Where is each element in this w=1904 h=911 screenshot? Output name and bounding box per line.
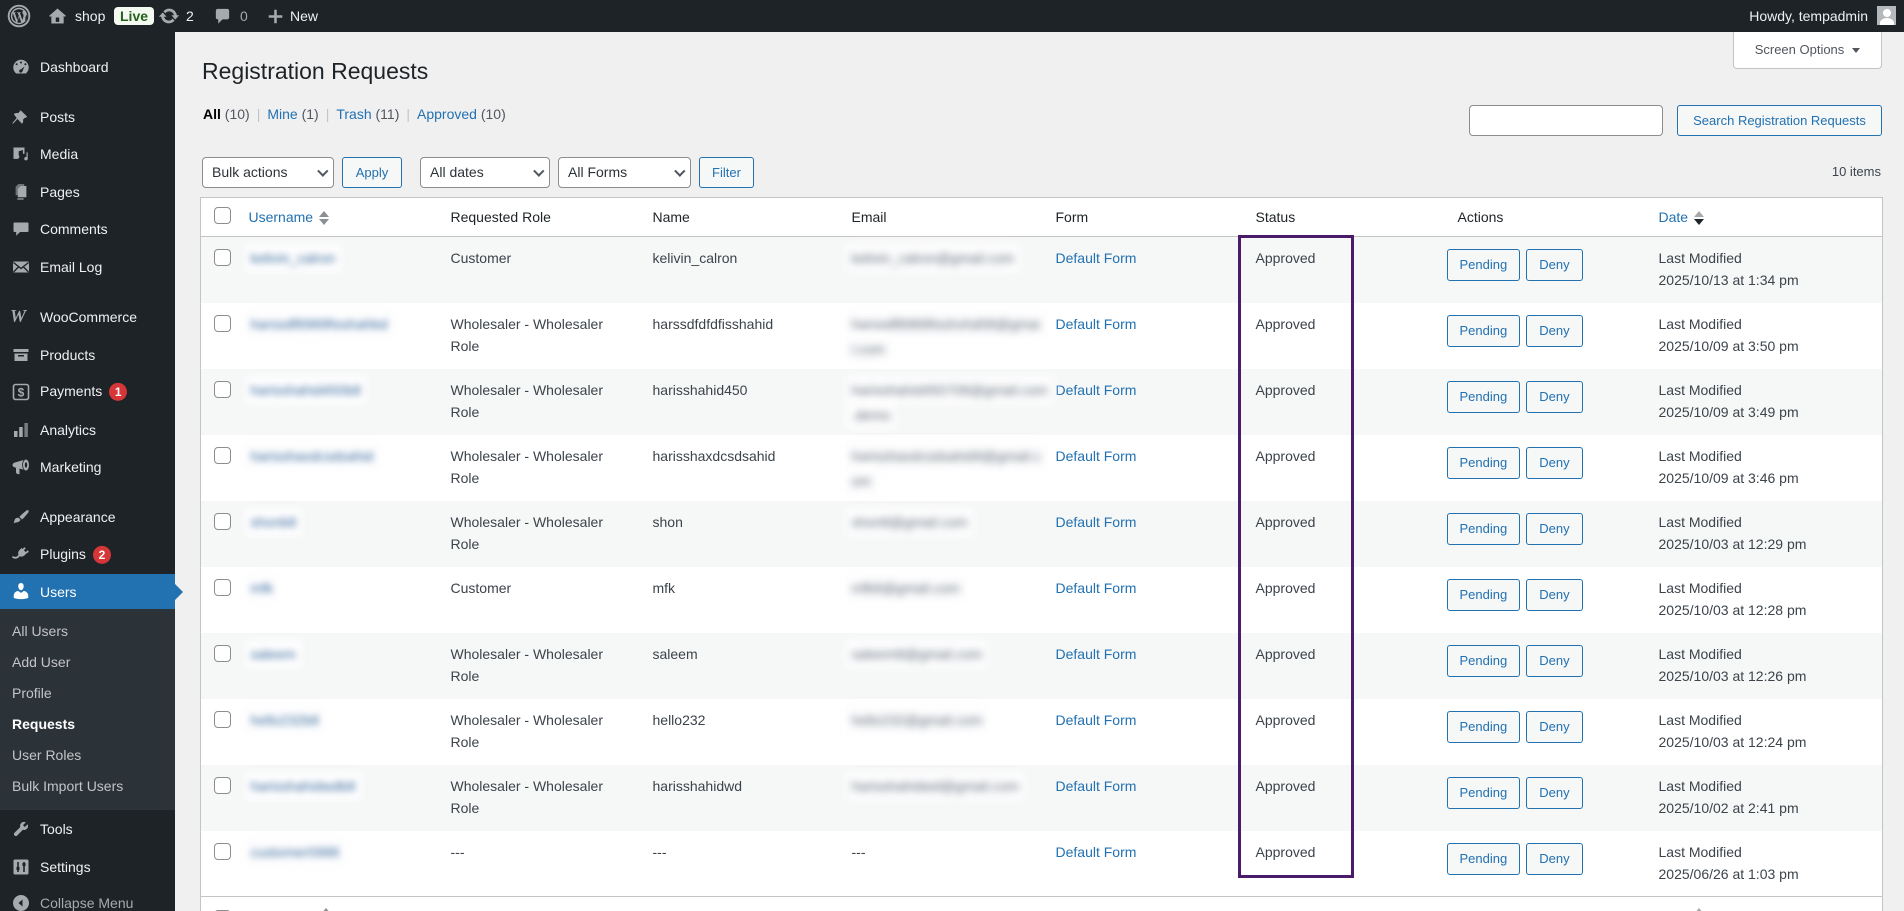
svg-text:W: W bbox=[11, 307, 28, 325]
svg-text:$: $ bbox=[18, 386, 25, 400]
